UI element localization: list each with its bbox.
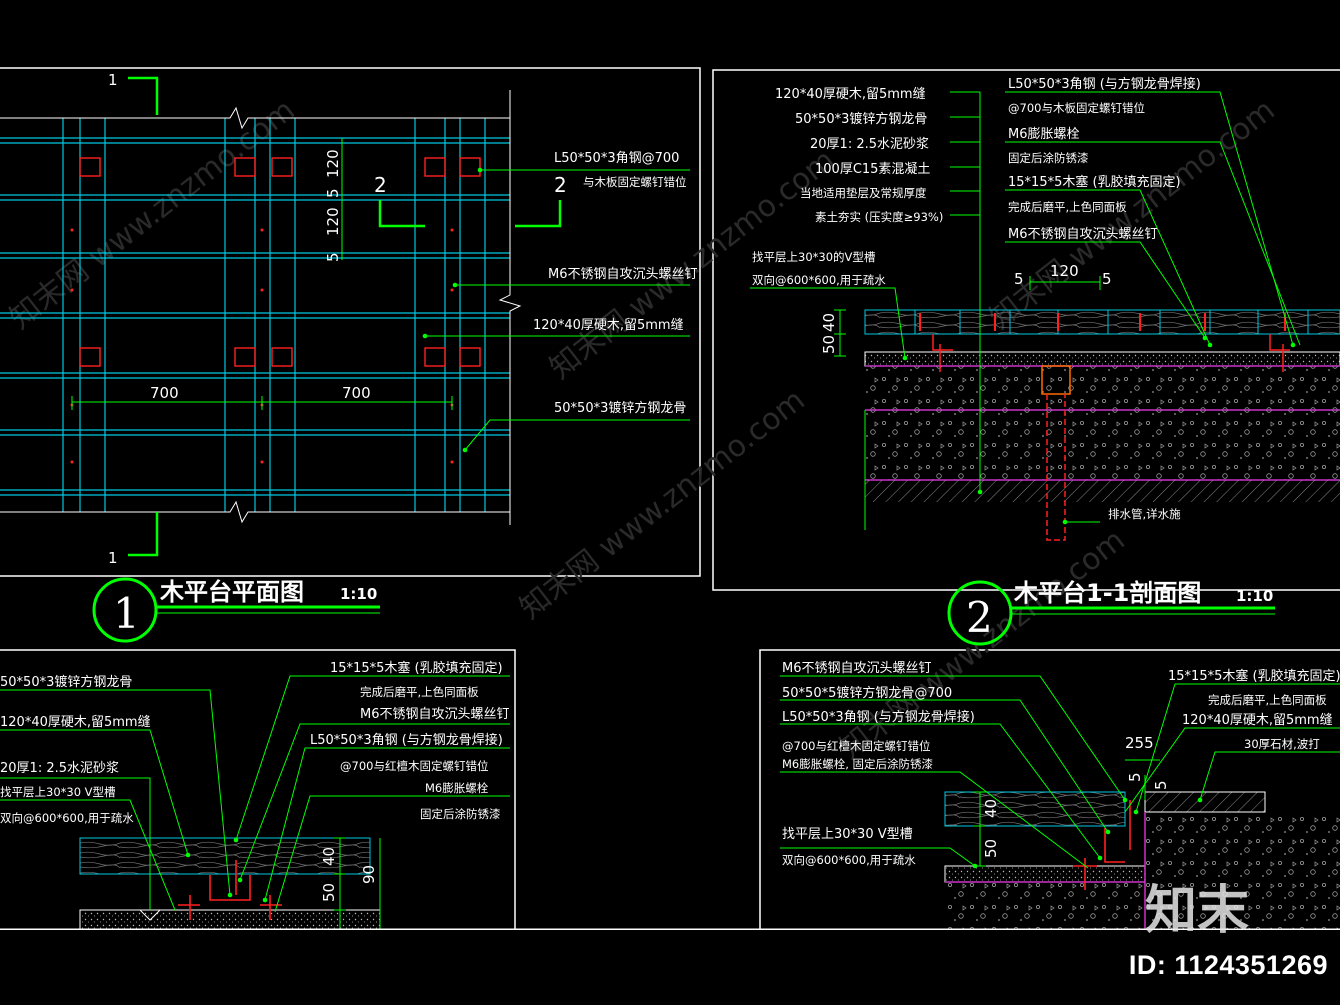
- detail-b-note-right-3: 30厚石材,波打: [1244, 737, 1320, 751]
- plan-title-block: 1 木平台平面图 1:10: [92, 577, 380, 643]
- plan-note-joist: 50*50*3镀锌方钢龙骨: [554, 400, 686, 416]
- detail-a-note-right-4: @700与红檀木固定螺钉错位: [340, 759, 488, 773]
- cut-mark-2-left: 2: [374, 173, 387, 197]
- section-dim-40: 40: [820, 313, 838, 332]
- section-view: 120 5 5 50 40 120*40厚硬木,留5mm缝 50*50*3镀锌方…: [750, 76, 1340, 541]
- plan-dim-5-a: 5: [324, 188, 342, 198]
- detail-b-dim-5b: 5: [1152, 780, 1170, 790]
- detail-a-note-left-2: 20厚1: 2.5水泥砂浆: [0, 761, 119, 776]
- section-note-left-4: 当地适用垫层及常规厚度: [800, 186, 927, 200]
- detail-b-note-left-0: M6不锈钢自攻沉头螺丝钉: [782, 661, 932, 676]
- detail-b-dim-50: 50: [982, 839, 1000, 858]
- detail-a-note-left-3: 找平层上30*30 V型槽: [0, 785, 116, 799]
- detail-b-note-left-4: M6膨胀螺栓, 固定后涂防锈漆: [782, 757, 933, 771]
- section-note-right-5: 完成后磨平,上色同面板: [1008, 200, 1127, 214]
- section-note-left-0: 120*40厚硬木,留5mm缝: [775, 87, 926, 102]
- section-note-right-4: 15*15*5木塞 (乳胶填充固定): [1008, 174, 1181, 190]
- cad-drawing-canvas: 知末网 www.znzmo.com 知末网 www.znzmo.com 知末网 …: [0, 67, 1340, 941]
- plan-dim-120-a: 120: [324, 149, 342, 178]
- detail-a-note-right-6: 固定后涂防锈漆: [420, 807, 501, 821]
- detail-b-note-right-0: 15*15*5木塞 (乳胶填充固定): [1168, 668, 1340, 684]
- detail-a-note-left-1: 120*40厚硬木,留5mm缝: [0, 715, 151, 730]
- plan-title-number: 1: [113, 589, 140, 638]
- cut-mark-2-right: 2: [554, 173, 567, 197]
- cut-mark-1-bottom: 1: [108, 549, 118, 567]
- plan-note-angle: L50*50*3角钢@700: [554, 151, 679, 166]
- detail-a-note-right-3: L50*50*3角钢 (与方钢龙骨焊接): [310, 732, 503, 748]
- section-note-left-5: 素土夯实 (压实度≥93%): [815, 210, 943, 224]
- section-note-vgroove-sub: 双向@600*600,用于疏水: [752, 273, 886, 287]
- detail-a-dim-40: 40: [320, 847, 338, 866]
- plan-note-board: 120*40厚硬木,留5mm缝: [533, 318, 684, 333]
- detail-b-note-right-2: 120*40厚硬木,留5mm缝: [1182, 713, 1333, 728]
- detail-b-dim-40: 40: [982, 799, 1000, 818]
- detail-a-note-right-5: M6膨胀螺栓: [425, 781, 489, 795]
- plan-dim-120-b: 120: [324, 207, 342, 236]
- detail-a-note-right-0: 15*15*5木塞 (乳胶填充固定): [330, 660, 503, 676]
- section-note-drain: 排水管,详水施: [1108, 507, 1181, 521]
- plan-view: 700 700 120 5 120 5 1 1 2 2 L50*50*3角钢@7…: [0, 71, 698, 567]
- section-note-right-3: 固定后涂防锈漆: [1008, 151, 1089, 165]
- detail-a-dim-50: 50: [320, 883, 338, 902]
- section-note-right-6: M6不锈钢自攻沉头螺丝钉: [1008, 227, 1158, 242]
- detail-b-view: 40 50 255 5 5 M6不锈钢自攻沉头螺丝钉 50*50*5镀锌方钢龙骨…: [780, 661, 1340, 930]
- detail-b-dim-5a: 5: [1126, 772, 1144, 782]
- section-note-right-0: L50*50*3角钢 (与方钢龙骨焊接): [1008, 76, 1201, 92]
- section-note-right-1: @700与木板固定螺钉错位: [1008, 101, 1145, 115]
- plan-note-angle-sub: 与木板固定螺钉错位: [583, 175, 687, 189]
- detail-b-dim-255: 255: [1125, 734, 1154, 752]
- section-dim-gap-left: 5: [1014, 270, 1024, 288]
- plan-note-screw: M6不锈钢自攻沉头螺丝钉: [548, 267, 698, 282]
- section-dim-50: 50: [820, 335, 838, 354]
- detail-b-note-right-1: 完成后磨平,上色同面板: [1208, 693, 1327, 707]
- plan-dim-700-b: 700: [342, 384, 371, 402]
- svg-text:知末网 www.znzmo.com: 知末网 www.znzmo.com: [3, 93, 301, 337]
- asset-id-label: ID: 1124351269: [1128, 950, 1328, 980]
- detail-b-note-left-1: 50*50*5镀锌方钢龙骨@700: [782, 685, 952, 701]
- plan-title: 木平台平面图: [159, 578, 304, 606]
- section-title-number: 2: [966, 593, 993, 642]
- section-note-left-1: 50*50*3镀锌方钢龙骨: [795, 111, 927, 127]
- section-note-left-3: 100厚C15素混凝土: [815, 161, 930, 177]
- section-dim-gap-right: 5: [1102, 270, 1112, 288]
- section-note-left-2: 20厚1: 2.5水泥砂浆: [810, 137, 929, 152]
- detail-a-view: 40 50 90 50*50*3镀锌方钢龙骨 120*40厚硬木,留5mm缝 2…: [0, 660, 510, 931]
- brand-logo: 知末: [1145, 881, 1250, 941]
- section-scale: 1:10: [1236, 587, 1273, 605]
- detail-a-note-left-4: 双向@600*600,用于疏水: [0, 811, 134, 825]
- plan-dim-700-a: 700: [150, 384, 179, 402]
- plan-scale: 1:10: [340, 585, 377, 603]
- detail-b-note-left-6: 双向@600*600,用于疏水: [782, 853, 916, 867]
- plan-dim-5-b: 5: [324, 252, 342, 262]
- section-note-right-2: M6膨胀螺栓: [1008, 127, 1080, 142]
- detail-a-note-right-1: 完成后磨平,上色同面板: [360, 685, 479, 699]
- cut-mark-1-top: 1: [108, 71, 118, 89]
- detail-b-note-left-2: L50*50*3角钢 (与方钢龙骨焊接): [782, 709, 975, 725]
- section-note-vgroove: 找平层上30*30的V型槽: [752, 250, 876, 264]
- detail-a-dim-90: 90: [360, 865, 378, 884]
- section-dim-width: 120: [1050, 262, 1079, 280]
- detail-b-note-left-3: @700与红檀木固定螺钉错位: [782, 739, 930, 753]
- detail-b-note-left-5: 找平层上30*30 V型槽: [782, 827, 913, 842]
- detail-a-note-right-2: M6不锈钢自攻沉头螺丝钉: [360, 707, 510, 722]
- section-title: 木平台1-1剖面图: [1013, 579, 1201, 607]
- detail-a-note-left-0: 50*50*3镀锌方钢龙骨: [0, 674, 132, 690]
